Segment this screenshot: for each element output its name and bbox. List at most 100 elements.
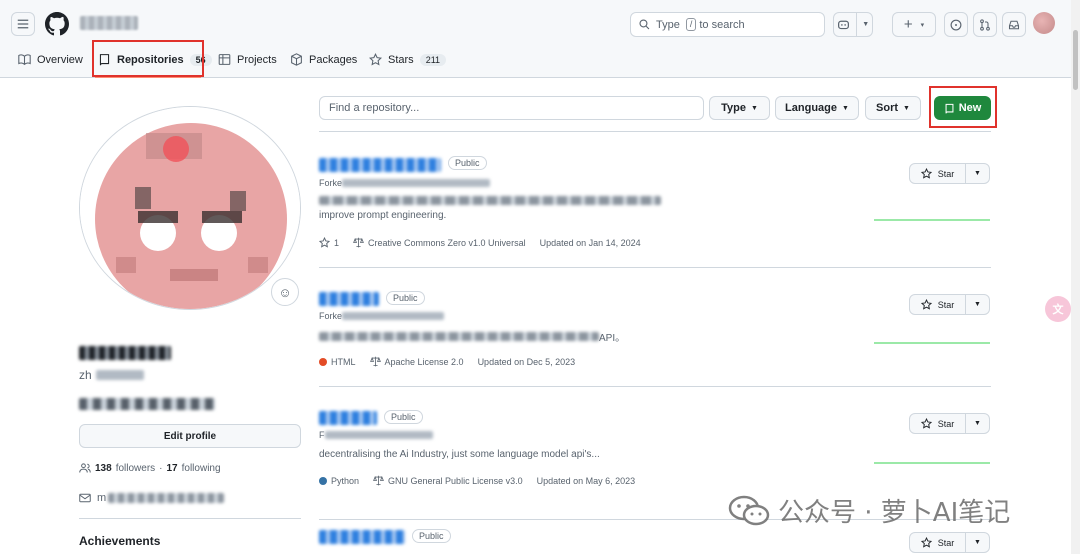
- repo-description: API。: [319, 329, 625, 344]
- star-button-group: Star ▼: [909, 163, 990, 184]
- tab-packages[interactable]: Packages: [290, 53, 357, 66]
- visibility-badge: Public: [386, 291, 425, 305]
- chevron-down-icon: ▼: [862, 21, 870, 28]
- search-key-hint: /: [685, 18, 697, 31]
- star-button[interactable]: Star: [909, 532, 966, 553]
- star-icon: [920, 168, 932, 179]
- updated-date: Updated on May 6, 2023: [536, 475, 636, 486]
- star-list-dropdown[interactable]: ▼: [966, 163, 990, 184]
- user-avatar-small[interactable]: [1033, 12, 1055, 34]
- star-button-group: Star ▼: [909, 532, 990, 553]
- chevron-down-icon: ▼: [974, 539, 981, 546]
- type-filter-button[interactable]: Type ▼: [709, 96, 770, 120]
- tab-projects[interactable]: Projects: [218, 53, 277, 66]
- wechat-icon: [728, 495, 770, 525]
- law-icon: [373, 475, 384, 486]
- tab-stars[interactable]: Stars 211: [369, 53, 447, 66]
- mail-icon: [79, 493, 91, 503]
- license: Apache License 2.0: [369, 356, 464, 367]
- email-prefix[interactable]: m: [97, 492, 106, 504]
- repo-meta: Python GNU General Public License v3.0 U…: [319, 475, 635, 486]
- forked-from: Forke: [319, 311, 445, 321]
- activity-sparkline: [874, 219, 990, 221]
- issues-icon: [950, 19, 962, 30]
- chevron-down-icon: ▼: [974, 301, 981, 308]
- repo-name-link[interactable]: [319, 411, 377, 425]
- star-button[interactable]: Star: [909, 294, 966, 315]
- activity-sparkline: [874, 462, 990, 464]
- search-icon: [639, 19, 650, 30]
- tab-overview[interactable]: Overview: [18, 53, 83, 66]
- star-icon: [369, 53, 382, 66]
- profile-avatar[interactable]: [79, 106, 301, 310]
- followers-count[interactable]: 138: [95, 463, 112, 474]
- display-name-blurred: [79, 346, 171, 360]
- create-new-button[interactable]: + ▾: [892, 12, 936, 37]
- repo-list-item: Public Forke improve prompt engineering.…: [319, 156, 991, 268]
- hamburger-menu-button[interactable]: [11, 12, 35, 36]
- github-logo-icon: [45, 12, 69, 36]
- set-status-button[interactable]: ☺: [271, 278, 299, 306]
- chevron-down-icon: ▼: [974, 170, 981, 177]
- hamburger-icon: [17, 19, 29, 29]
- updated-date: Updated on Jan 14, 2024: [539, 237, 641, 248]
- repo-name-link[interactable]: [319, 530, 405, 544]
- tab-label: Stars: [388, 53, 414, 66]
- pull-requests-button[interactable]: [973, 12, 997, 37]
- chevron-down-icon: ▾: [920, 21, 925, 29]
- following-count[interactable]: 17: [167, 463, 178, 474]
- sort-label: Sort: [876, 102, 899, 114]
- forked-from: Forke: [319, 178, 491, 188]
- chevron-down-icon: ▼: [974, 420, 981, 427]
- smiley-icon: ☺: [278, 284, 292, 300]
- language-color-dot: [319, 476, 327, 485]
- type-label: Type: [721, 102, 746, 114]
- sort-button[interactable]: Sort ▼: [865, 96, 921, 120]
- search-input[interactable]: Type / to search: [630, 12, 825, 37]
- copilot-button[interactable]: ▼: [833, 12, 873, 37]
- find-repository-input[interactable]: [319, 96, 704, 120]
- star-button[interactable]: Star: [909, 163, 966, 184]
- issues-button[interactable]: [944, 12, 968, 37]
- login-row: zh: [79, 368, 144, 382]
- repo-list-item: Public Star ▼: [319, 529, 991, 554]
- watermark-text: 公众号 · 萝卜AI笔记: [778, 498, 1011, 528]
- edit-profile-button[interactable]: Edit profile: [79, 424, 301, 448]
- repo-description: improve prompt engineering.: [319, 210, 447, 221]
- repo-description: decentralising the Ai Industry, just som…: [319, 449, 600, 460]
- repo-meta: 1 Creative Commons Zero v1.0 Universal U…: [319, 237, 641, 248]
- avatar-image: [80, 107, 300, 309]
- repo-meta: HTML Apache License 2.0 Updated on Dec 5…: [319, 356, 575, 367]
- forked-prefix: Forke: [319, 178, 343, 188]
- language-label: Language: [785, 102, 837, 114]
- github-logo[interactable]: [45, 12, 69, 36]
- followers-row: 138 followers · 17 following: [79, 462, 221, 474]
- law-icon: [369, 356, 381, 367]
- followers-label[interactable]: followers: [116, 463, 155, 474]
- inbox-button[interactable]: [1002, 12, 1026, 37]
- chevron-down-icon: ▼: [903, 104, 910, 112]
- language: HTML: [319, 357, 356, 367]
- highlight-box-repositories: [92, 40, 204, 77]
- package-icon: [291, 53, 302, 66]
- visibility-badge: Public: [384, 410, 423, 424]
- scrollbar-thumb[interactable]: [1073, 30, 1078, 90]
- book-icon: [18, 54, 31, 66]
- star-icon: [920, 418, 932, 429]
- star-list-dropdown[interactable]: ▼: [966, 294, 990, 315]
- star-list-dropdown[interactable]: ▼: [966, 413, 990, 434]
- star-button[interactable]: Star: [909, 413, 966, 434]
- license-label: Apache License 2.0: [384, 356, 464, 367]
- repo-name-link[interactable]: [319, 158, 441, 172]
- stargazers-link[interactable]: 1: [319, 237, 339, 248]
- wechat-watermark: 公众号 · 萝卜AI笔记: [728, 492, 1010, 529]
- username-blurred[interactable]: [80, 16, 138, 30]
- following-label[interactable]: following: [182, 463, 221, 474]
- translate-button[interactable]: 文: [1045, 296, 1071, 322]
- repo-name-link[interactable]: [319, 292, 379, 306]
- language-filter-button[interactable]: Language ▼: [775, 96, 859, 120]
- star-list-dropdown[interactable]: ▼: [966, 532, 990, 553]
- star-button-group: Star ▼: [909, 413, 990, 434]
- login-prefix: zh: [79, 368, 92, 382]
- star-label: Star: [937, 418, 955, 429]
